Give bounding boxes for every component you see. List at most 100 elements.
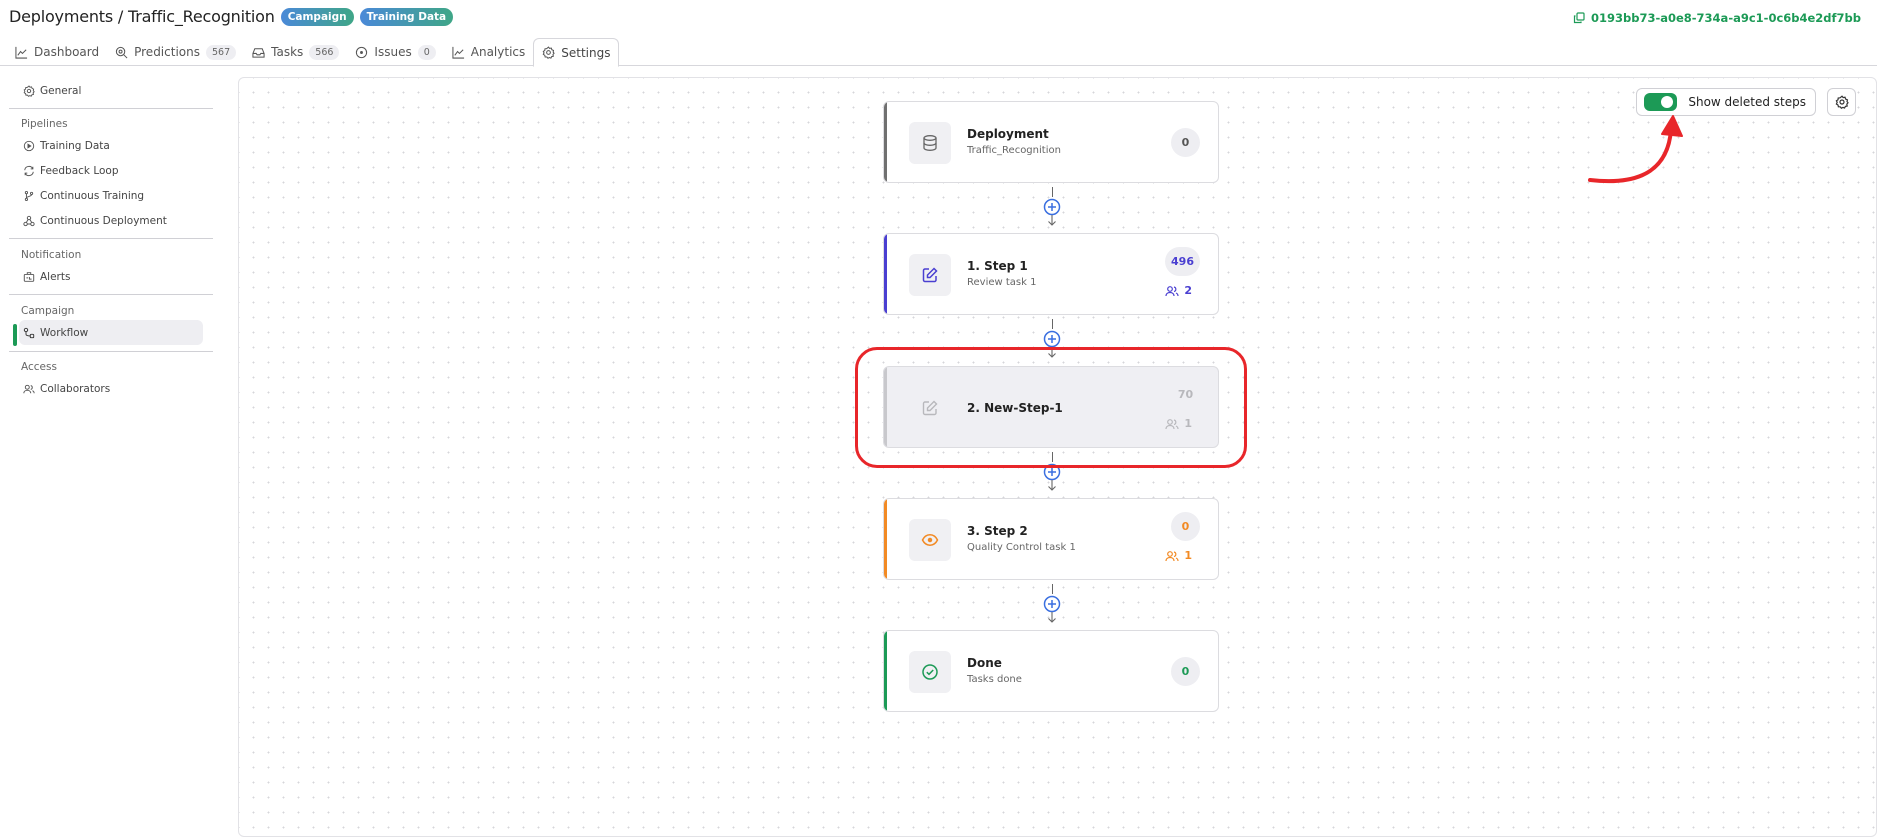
node-accent bbox=[884, 631, 887, 711]
tab-dashboard[interactable]: Dashboard bbox=[7, 38, 107, 66]
sidebar-item-label: Workflow bbox=[40, 326, 89, 339]
connector-line bbox=[1051, 187, 1053, 197]
toggle-switch[interactable] bbox=[1644, 93, 1678, 111]
sidebar-item-training-data[interactable]: Training Data bbox=[21, 133, 213, 158]
sidebar-item-label: Collaborators bbox=[40, 382, 111, 395]
refresh-icon bbox=[24, 165, 34, 176]
page-header: Deployments / Traffic_Recognition Campai… bbox=[0, 0, 1877, 67]
arrow-down-icon bbox=[1048, 347, 1056, 358]
sidebar-item-label: Continuous Training bbox=[40, 189, 145, 202]
node-subtitle: Tasks done bbox=[967, 674, 1022, 685]
page-title: Deployments / Traffic_Recognition bbox=[9, 7, 275, 26]
node-subtitle: Quality Control task 1 bbox=[967, 542, 1076, 553]
connector bbox=[1040, 452, 1064, 492]
copy-icon bbox=[1573, 12, 1585, 24]
campaign-badge: Campaign bbox=[280, 7, 354, 26]
tasks-count: 566 bbox=[309, 44, 340, 60]
workflow-node-step-2[interactable]: 3. Step 2 Quality Control task 1 0 1 bbox=[883, 498, 1219, 580]
settings-sidebar: General Pipelines Training Data Feedback… bbox=[0, 66, 220, 823]
connector-line bbox=[1051, 452, 1053, 462]
connector bbox=[1040, 584, 1064, 624]
node-count: 496 bbox=[1165, 247, 1200, 276]
deployment-uuid: 0193bb73-a0e8-734a-a9c1-0c6b4e2df7bb bbox=[1590, 11, 1861, 25]
tab-label: Tasks bbox=[271, 45, 304, 59]
sidebar-item-label: Alerts bbox=[40, 270, 71, 283]
tab-predictions[interactable]: Predictions 567 bbox=[107, 38, 244, 66]
tab-label: Settings bbox=[561, 45, 611, 60]
gear-icon bbox=[1835, 95, 1849, 109]
chart-line-icon bbox=[15, 46, 28, 59]
node-title: Deployment bbox=[967, 127, 1049, 141]
node-accent bbox=[884, 367, 887, 447]
tab-analytics[interactable]: Analytics bbox=[444, 38, 534, 66]
dot-circle-icon bbox=[356, 46, 368, 58]
gear-icon bbox=[23, 84, 35, 97]
node-title: 1. Step 1 bbox=[967, 259, 1028, 273]
workflow-icon bbox=[23, 327, 35, 338]
node-count: 0 bbox=[1171, 657, 1200, 686]
arrow-down-icon bbox=[1048, 480, 1056, 491]
sidebar-item-continuous-deployment[interactable]: Continuous Deployment bbox=[21, 208, 213, 233]
sidebar-item-collaborators[interactable]: Collaborators bbox=[21, 376, 213, 401]
node-count: 70 bbox=[1177, 388, 1194, 401]
node-icon-box bbox=[909, 122, 951, 164]
connector-line bbox=[1051, 319, 1053, 329]
arrow-down-icon bbox=[1048, 215, 1056, 226]
sidebar-section-access: Access bbox=[21, 361, 57, 373]
workflow-node-new-step-1-deleted[interactable]: 2. New-Step-1 70 1 bbox=[883, 366, 1219, 448]
users-icon bbox=[1165, 285, 1179, 296]
tab-bar: Dashboard Predictions 567 Tasks 566 Issu… bbox=[7, 38, 620, 67]
node-subtitle: Review task 1 bbox=[967, 277, 1037, 288]
sidebar-divider bbox=[9, 238, 213, 239]
sidebar-section-notification: Notification bbox=[21, 249, 82, 261]
tab-label: Issues bbox=[374, 45, 412, 59]
git-branch-icon bbox=[24, 190, 34, 201]
connector-line bbox=[1051, 584, 1053, 594]
sidebar-section-campaign: Campaign bbox=[21, 305, 75, 317]
sidebar-item-label: Feedback Loop bbox=[40, 164, 119, 177]
sidebar-item-workflow[interactable]: Workflow bbox=[19, 320, 203, 345]
sidebar-divider bbox=[9, 108, 213, 109]
gear-icon bbox=[542, 46, 556, 59]
show-deleted-steps-toggle[interactable]: Show deleted steps bbox=[1636, 88, 1816, 116]
training-data-badge: Training Data bbox=[359, 7, 454, 26]
sidebar-item-general[interactable]: General bbox=[21, 78, 213, 103]
node-icon-box bbox=[909, 651, 951, 693]
edit-icon bbox=[922, 400, 938, 416]
play-circle-icon bbox=[23, 140, 35, 151]
tab-label: Predictions bbox=[134, 45, 200, 59]
inbox-icon bbox=[252, 47, 265, 58]
users-icon bbox=[1165, 550, 1179, 561]
workflow-node-step-1[interactable]: 1. Step 1 Review task 1 496 2 bbox=[883, 233, 1219, 315]
predictions-count: 567 bbox=[205, 44, 237, 60]
assignee-count: 1 bbox=[1184, 417, 1192, 430]
connector bbox=[1040, 187, 1064, 227]
alert-icon bbox=[23, 271, 35, 282]
sidebar-divider bbox=[9, 294, 213, 295]
chart-line-icon bbox=[452, 46, 464, 59]
search-icon bbox=[115, 46, 128, 58]
connector bbox=[1040, 319, 1064, 359]
node-assignees: 1 bbox=[1165, 549, 1192, 562]
workflow-settings-button[interactable] bbox=[1827, 88, 1856, 116]
node-accent bbox=[884, 102, 887, 182]
tab-tasks[interactable]: Tasks 566 bbox=[244, 38, 347, 66]
show-deleted-label: Show deleted steps bbox=[1688, 95, 1806, 109]
sidebar-item-feedback-loop[interactable]: Feedback Loop bbox=[21, 158, 213, 183]
node-title: 3. Step 2 bbox=[967, 524, 1028, 538]
assignee-count: 2 bbox=[1184, 284, 1192, 297]
tab-settings[interactable]: Settings bbox=[533, 38, 620, 67]
users-icon bbox=[23, 384, 35, 393]
sidebar-item-alerts[interactable]: Alerts bbox=[21, 264, 213, 289]
copy-uuid-button[interactable]: 0193bb73-a0e8-734a-a9c1-0c6b4e2df7bb bbox=[1573, 11, 1861, 25]
sidebar-item-label: Training Data bbox=[40, 139, 110, 152]
sidebar-item-continuous-training[interactable]: Continuous Training bbox=[21, 183, 213, 208]
sidebar-divider bbox=[9, 351, 213, 352]
workflow-node-done[interactable]: Done Tasks done 0 bbox=[883, 630, 1219, 712]
workflow-node-deployment[interactable]: Deployment Traffic_Recognition 0 bbox=[883, 101, 1219, 183]
sidebar-section-pipelines: Pipelines bbox=[21, 118, 68, 130]
tab-issues[interactable]: Issues 0 bbox=[347, 38, 443, 66]
database-icon bbox=[923, 135, 937, 151]
toggle-knob bbox=[1661, 96, 1674, 108]
check-circle-icon bbox=[922, 664, 938, 680]
